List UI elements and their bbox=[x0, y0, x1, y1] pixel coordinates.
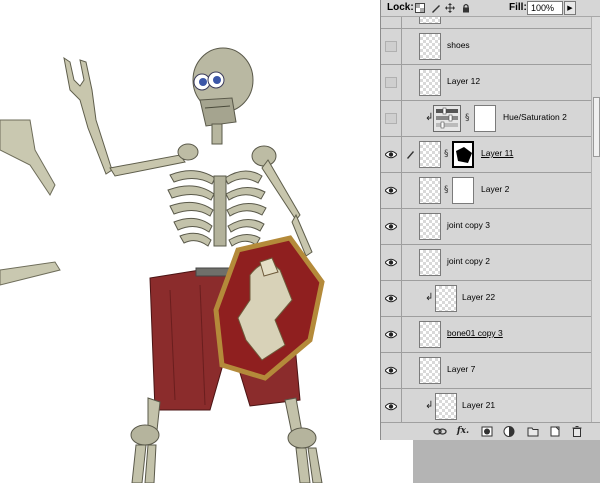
lock-bar: Lock: Fill: 100% ▶ bbox=[381, 0, 600, 17]
layer-row[interactable]: ↲ § Hue/Saturation 2 bbox=[381, 101, 591, 137]
eye-icon[interactable] bbox=[385, 365, 397, 376]
visibility-toggle[interactable] bbox=[381, 173, 402, 208]
mask-link-icon[interactable]: § bbox=[444, 149, 450, 160]
lock-all-icon[interactable] bbox=[461, 3, 471, 13]
layer-name: Layer 21 bbox=[462, 400, 496, 410]
layer-thumbnail bbox=[419, 321, 441, 348]
layer-name: joint copy 3 bbox=[447, 220, 490, 230]
layer-row-selected[interactable]: § Layer 11 bbox=[381, 137, 591, 173]
lock-label: Lock: bbox=[387, 2, 414, 13]
layer-row[interactable]: ↲ Layer 22 bbox=[381, 281, 591, 317]
layer-name: Layer 2 bbox=[481, 184, 510, 194]
new-group-icon[interactable] bbox=[527, 425, 539, 438]
layer-mask-thumbnail[interactable] bbox=[474, 105, 496, 132]
layer-row[interactable]: ↲ Layer 21 bbox=[381, 389, 591, 422]
layer-thumbnail bbox=[419, 17, 441, 24]
layer-name: Layer 12 bbox=[447, 76, 481, 86]
layer-thumbnail bbox=[419, 213, 441, 240]
layer-name: Layer 22 bbox=[462, 292, 496, 302]
layer-thumbnail bbox=[419, 249, 441, 276]
adjustment-layer-icon[interactable] bbox=[503, 425, 515, 438]
visibility-toggle[interactable] bbox=[381, 209, 402, 244]
layer-thumbnail bbox=[419, 177, 441, 204]
layer-row[interactable]: bone01 copy 3 bbox=[381, 317, 591, 353]
layer-style-fx-icon[interactable]: fx. bbox=[455, 425, 471, 438]
link-layers-icon[interactable] bbox=[433, 425, 447, 438]
visibility-toggle[interactable] bbox=[381, 29, 402, 64]
visibility-toggle[interactable] bbox=[381, 17, 402, 28]
new-layer-icon[interactable] bbox=[549, 425, 561, 438]
layer-name: Hue/Saturation 2 bbox=[503, 112, 567, 122]
layer-row[interactable]: shoes bbox=[381, 29, 591, 65]
clipping-arrow-icon: ↲ bbox=[425, 400, 434, 411]
lock-transparent-pixels-icon[interactable] bbox=[415, 3, 425, 13]
scrollbar-thumb[interactable] bbox=[593, 97, 600, 157]
brush-icon bbox=[407, 151, 414, 159]
visibility-toggle[interactable] bbox=[381, 317, 402, 352]
mask-link-icon[interactable]: § bbox=[465, 113, 471, 124]
layer-mask-thumbnail[interactable] bbox=[452, 177, 474, 204]
layer-row[interactable]: Layer 12 bbox=[381, 65, 591, 101]
fill-opacity-input[interactable]: 100% bbox=[527, 1, 563, 15]
trash-icon[interactable] bbox=[571, 425, 583, 438]
layer-thumbnail bbox=[419, 357, 441, 384]
skeleton-artwork bbox=[0, 47, 325, 483]
workspace-background bbox=[413, 440, 600, 483]
fill-label: Fill: bbox=[509, 2, 527, 13]
layer-list: shoes Layer 12 ↲ § Hue/Saturation 2 § La… bbox=[381, 17, 591, 422]
visibility-toggle[interactable] bbox=[381, 137, 402, 172]
visibility-off-box[interactable] bbox=[385, 41, 397, 52]
visibility-off-box[interactable] bbox=[385, 77, 397, 88]
layer-row[interactable]: Layer 7 bbox=[381, 353, 591, 389]
fill-dropdown-arrow-icon[interactable]: ▶ bbox=[564, 1, 576, 15]
visibility-toggle[interactable] bbox=[381, 389, 402, 422]
layer-name: bone01 copy 3 bbox=[447, 328, 503, 338]
lock-position-icon[interactable] bbox=[445, 3, 455, 13]
layer-row[interactable]: joint copy 2 bbox=[381, 245, 591, 281]
visibility-toggle[interactable] bbox=[381, 101, 402, 136]
layer-name: Layer 11 bbox=[481, 148, 514, 158]
layer-thumbnail bbox=[419, 69, 441, 96]
eye-icon[interactable] bbox=[385, 185, 397, 196]
visibility-toggle[interactable] bbox=[381, 281, 402, 316]
layer-thumbnail bbox=[419, 33, 441, 60]
layer-mask-thumbnail[interactable] bbox=[452, 141, 474, 168]
visibility-toggle[interactable] bbox=[381, 65, 402, 100]
layers-panel: Lock: Fill: 100% ▶ shoes Layer 12 ↲ § Hu… bbox=[380, 0, 600, 440]
visibility-toggle[interactable] bbox=[381, 245, 402, 280]
visibility-toggle[interactable] bbox=[381, 353, 402, 388]
eye-icon[interactable] bbox=[385, 221, 397, 232]
layer-name: shoes bbox=[447, 40, 470, 50]
layer-name: joint copy 2 bbox=[447, 256, 490, 266]
mask-shape-icon bbox=[456, 147, 472, 163]
layers-scrollbar[interactable] bbox=[591, 17, 600, 422]
hue-saturation-adjustment-icon bbox=[433, 105, 461, 132]
eye-icon[interactable] bbox=[385, 257, 397, 268]
document-canvas[interactable] bbox=[0, 0, 380, 483]
layer-thumbnail bbox=[419, 141, 441, 168]
layers-panel-footer: fx. bbox=[381, 422, 600, 440]
eye-icon[interactable] bbox=[385, 149, 397, 160]
clipping-arrow-icon: ↲ bbox=[425, 292, 434, 303]
layer-thumbnail bbox=[435, 285, 457, 312]
visibility-off-box[interactable] bbox=[385, 113, 397, 124]
add-mask-icon[interactable] bbox=[481, 425, 493, 438]
layer-row[interactable]: § Layer 2 bbox=[381, 173, 591, 209]
eye-icon[interactable] bbox=[385, 401, 397, 412]
lock-image-pixels-icon[interactable] bbox=[431, 3, 441, 13]
layer-row[interactable]: joint copy 3 bbox=[381, 209, 591, 245]
eye-icon[interactable] bbox=[385, 329, 397, 340]
eye-icon[interactable] bbox=[385, 293, 397, 304]
brush-cell bbox=[403, 137, 418, 172]
mask-link-icon[interactable]: § bbox=[444, 185, 450, 196]
layer-name: Layer 7 bbox=[447, 364, 476, 374]
layer-row[interactable] bbox=[381, 17, 591, 29]
layer-thumbnail bbox=[435, 393, 457, 420]
